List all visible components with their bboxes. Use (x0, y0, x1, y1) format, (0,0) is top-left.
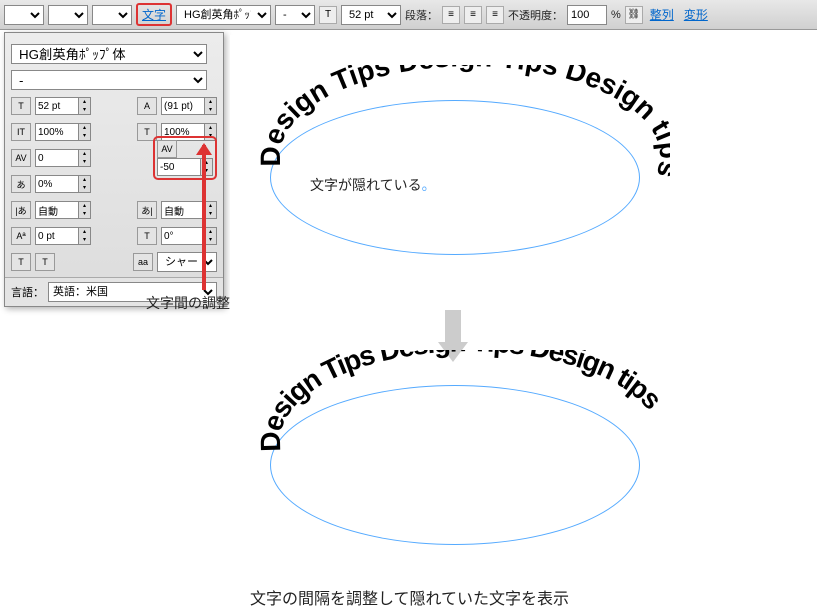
aki-left-spinner[interactable]: ▴▾ (35, 201, 91, 219)
baseline-field-icon: Aª (11, 227, 31, 245)
tool-select-1[interactable] (4, 5, 44, 25)
font-family-select[interactable]: HG創英角ﾎﾟｯﾌﾟ体 (176, 5, 271, 25)
vscale-field-icon: IT (11, 123, 31, 141)
tracking-annotation: 文字間の調整 (146, 293, 230, 313)
opacity-label: 不透明度： (508, 7, 563, 23)
character-panel: HG創英角ﾎﾟｯﾌﾟ体 - T ▴▾ A ▴▾ IT ▴▾ T ▴▾ AV ▴▾… (4, 32, 224, 307)
kerning-field-icon: AV (11, 149, 31, 167)
font-size-spinner[interactable]: ▴▾ (35, 97, 91, 115)
tool-select-3[interactable] (92, 5, 132, 25)
leading-spinner[interactable]: ▴▾ (161, 97, 217, 115)
language-label: 言語： (11, 284, 44, 300)
transform-link[interactable]: 変形 (681, 6, 711, 23)
svg-text:Design Tips Design Tips Design: Design Tips Design Tips Design tips (255, 350, 668, 452)
main-toolbar: 文字 HG創英角ﾎﾟｯﾌﾟ体 - T 52 pt 段落： ≡ ≡ ≡ 不透明度：… (0, 0, 817, 30)
aki-right-field-icon: あ| (137, 201, 157, 219)
font-style-select[interactable]: - (275, 5, 315, 25)
tracking-field-icon: AV (157, 140, 177, 158)
paragraph-label: 段落： (405, 7, 438, 23)
hidden-text-annotation: 文字が隠れている。 (310, 175, 436, 195)
tool-select-2[interactable] (48, 5, 88, 25)
rotate-field-icon: T (137, 227, 157, 245)
strike-icon[interactable]: T (35, 253, 55, 271)
bottom-annotation: 文字の間隔を調整して隠れていた文字を表示 (250, 585, 569, 609)
opacity-input[interactable] (567, 5, 607, 25)
tsume-spinner[interactable]: ▴▾ (35, 175, 91, 193)
rotate-spinner[interactable]: ▴▾ (161, 227, 217, 245)
kerning-spinner[interactable]: ▴▾ (35, 149, 91, 167)
align-left-icon[interactable]: ≡ (442, 6, 460, 24)
svg-text:Design Tips Design Tips Design: Design Tips Design Tips Design tips (255, 65, 670, 181)
align-right-icon[interactable]: ≡ (486, 6, 504, 24)
align-link[interactable]: 整列 (647, 6, 677, 23)
leading-field-icon: A (137, 97, 157, 115)
callout-arrow (202, 145, 206, 290)
font-size-field-icon: T (11, 97, 31, 115)
aa-field-icon: aa (133, 253, 153, 271)
document-canvas[interactable]: Design Tips Design Tips Design tips 文字が隠… (230, 35, 817, 605)
vscale-spinner[interactable]: ▴▾ (35, 123, 91, 141)
font-size-icon: T (319, 6, 337, 24)
tsume-field-icon: あ (11, 175, 31, 193)
panel-style-select[interactable]: - (11, 70, 207, 90)
antialias-select[interactable]: シャープ (157, 252, 217, 272)
aki-left-field-icon: |あ (11, 201, 31, 219)
aki-right-spinner[interactable]: ▴▾ (161, 201, 217, 219)
text-on-path-bottom[interactable]: Design Tips Design Tips Design tips (250, 350, 670, 590)
link-icon[interactable]: ⛓ (625, 6, 643, 24)
underline-icon[interactable]: T (11, 253, 31, 271)
panel-font-select[interactable]: HG創英角ﾎﾟｯﾌﾟ体 (11, 44, 207, 64)
percent-label: % (611, 9, 621, 21)
font-size-select[interactable]: 52 pt (341, 5, 401, 25)
character-panel-toggle[interactable]: 文字 (136, 3, 172, 26)
align-center-icon[interactable]: ≡ (464, 6, 482, 24)
baseline-spinner[interactable]: ▴▾ (35, 227, 91, 245)
